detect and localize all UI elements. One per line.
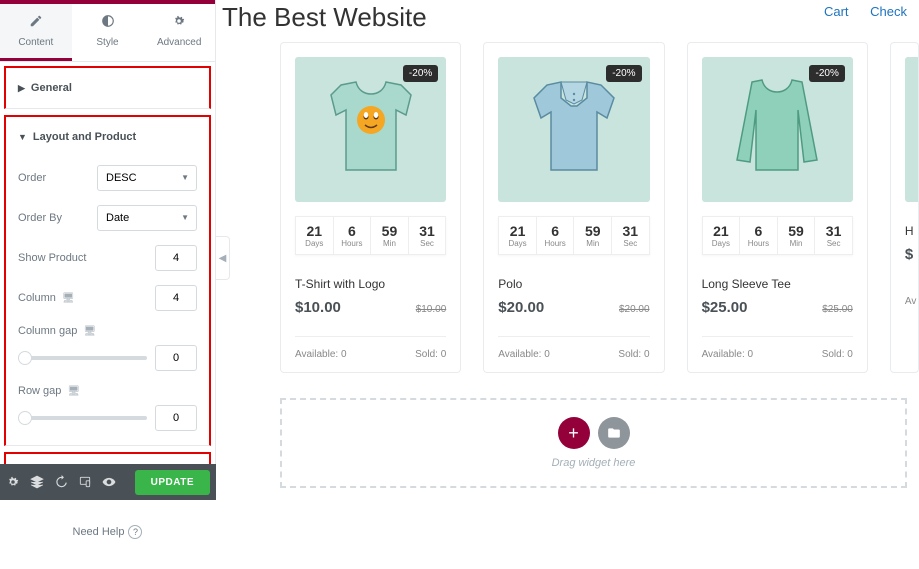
- gear-icon: [172, 14, 186, 28]
- desktop-icon: 🖥: [83, 326, 96, 337]
- desktop-icon: 🖥: [67, 386, 80, 397]
- update-button[interactable]: UPDATE: [135, 470, 210, 495]
- rowgap-slider[interactable]: [18, 416, 147, 420]
- colgap-slider[interactable]: [18, 356, 147, 360]
- longsleeve-icon: [722, 70, 832, 190]
- available-text: Available: 0: [498, 349, 550, 360]
- drop-zone-text: Drag widget here: [552, 457, 636, 469]
- orderby-select[interactable]: Date: [97, 205, 197, 231]
- countdown: 21Days 6Hours 59Min 31Sec: [295, 216, 446, 255]
- product-card[interactable]: -20% 21Days 6Hours 59Min 31Sec Polo $20.…: [483, 42, 664, 373]
- product-card[interactable]: -20% 21Days 6Hours 59Min 31Sec Long Slee…: [687, 42, 868, 373]
- preview-icon[interactable]: [102, 475, 116, 489]
- section-general-label: General: [31, 82, 72, 94]
- discount-badge: -20%: [403, 65, 438, 82]
- show-product-label: Show Product: [18, 252, 155, 264]
- product-image: -20%: [498, 57, 649, 202]
- section-layout-label: Layout and Product: [33, 131, 136, 143]
- tab-style[interactable]: Style: [72, 4, 144, 61]
- sold-text: Sold: 0: [618, 349, 649, 360]
- history-icon[interactable]: [54, 475, 68, 489]
- caret-down-icon: ▼: [18, 132, 27, 142]
- column-label: Column🖥: [18, 292, 155, 304]
- editor-tabs: Content Style Advanced: [0, 4, 215, 62]
- colgap-input[interactable]: [155, 345, 197, 371]
- product-name: T-Shirt with Logo: [295, 277, 446, 291]
- tab-advanced[interactable]: Advanced: [143, 4, 215, 61]
- countdown: 21Days 6Hours 59Min 31Sec: [498, 216, 649, 255]
- product-name: Polo: [498, 277, 649, 291]
- show-product-input[interactable]: [155, 245, 197, 271]
- product-card[interactable]: H $ Av: [890, 42, 919, 373]
- template-library-button[interactable]: [598, 417, 630, 449]
- folder-icon: [607, 426, 621, 440]
- product-grid: -20% 21Days 6Hours 59Min 31Sec T-Shirt w…: [280, 42, 919, 373]
- navigator-icon[interactable]: [30, 475, 44, 489]
- style-icon: [101, 14, 115, 28]
- tab-style-label: Style: [96, 37, 118, 48]
- product-old-price: $20.00: [619, 304, 650, 315]
- colgap-label: Column gap🖥: [18, 325, 96, 337]
- rowgap-input[interactable]: [155, 405, 197, 431]
- bottom-toolbar: UPDATE: [0, 464, 216, 500]
- tab-content-label: Content: [18, 37, 53, 48]
- product-price: $10.00: [295, 299, 341, 316]
- widget-drop-zone[interactable]: + Drag widget here: [280, 398, 907, 488]
- desktop-icon: 🖥: [62, 293, 75, 304]
- header-nav: Cart Check: [806, 4, 907, 19]
- add-widget-button[interactable]: +: [558, 417, 590, 449]
- product-card[interactable]: -20% 21Days 6Hours 59Min 31Sec T-Shirt w…: [280, 42, 461, 373]
- column-input[interactable]: [155, 285, 197, 311]
- help-icon: ?: [128, 525, 142, 539]
- need-help[interactable]: Need Help?: [0, 495, 215, 569]
- tab-advanced-label: Advanced: [157, 37, 201, 48]
- countdown: 21Days 6Hours 59Min 31Sec: [702, 216, 853, 255]
- polo-icon: [519, 70, 629, 190]
- nav-cart[interactable]: Cart: [824, 4, 849, 19]
- pencil-icon: [29, 14, 43, 28]
- available-text: Av: [905, 296, 917, 307]
- product-image: [905, 57, 919, 202]
- tab-content[interactable]: Content: [0, 4, 72, 61]
- order-label: Order: [18, 172, 97, 184]
- rowgap-label: Row gap🖥: [18, 385, 80, 397]
- product-price: $: [905, 246, 913, 263]
- discount-badge: -20%: [809, 65, 844, 82]
- nav-check[interactable]: Check: [870, 4, 907, 19]
- discount-badge: -20%: [606, 65, 641, 82]
- product-name: Long Sleeve Tee: [702, 277, 853, 291]
- sold-text: Sold: 0: [415, 349, 446, 360]
- section-general[interactable]: ▶ General: [6, 68, 209, 108]
- settings-icon[interactable]: [6, 475, 20, 489]
- product-old-price: $10.00: [416, 304, 447, 315]
- section-layout[interactable]: ▼ Layout and Product: [6, 117, 209, 157]
- available-text: Available: 0: [702, 349, 754, 360]
- sold-text: Sold: 0: [822, 349, 853, 360]
- caret-right-icon: ▶: [18, 83, 25, 94]
- orderby-label: Order By: [18, 212, 97, 224]
- product-image: -20%: [295, 57, 446, 202]
- order-select[interactable]: DESC: [97, 165, 197, 191]
- product-price: $25.00: [702, 299, 748, 316]
- product-price: $20.00: [498, 299, 544, 316]
- tshirt-logo-icon: [316, 70, 426, 190]
- responsive-icon[interactable]: [78, 475, 92, 489]
- product-old-price: $25.00: [822, 304, 853, 315]
- product-image: -20%: [702, 57, 853, 202]
- available-text: Available: 0: [295, 349, 347, 360]
